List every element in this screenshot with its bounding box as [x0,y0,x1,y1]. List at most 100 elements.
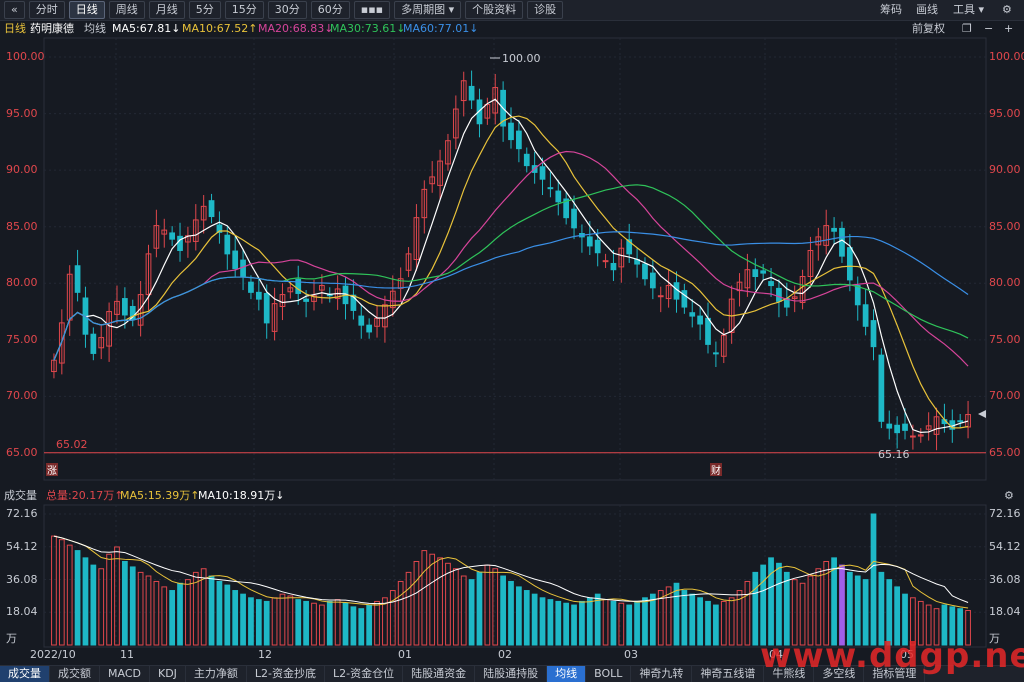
marker-cai: 财 [711,464,721,477]
indicator-tab-1[interactable]: 成交额 [50,666,100,682]
volume-bar [374,600,380,646]
volume-bar [720,600,727,646]
volume-bar [114,546,120,646]
candle-body [689,312,696,317]
volume-bar [413,560,420,646]
high-label: 100.00 [502,52,541,65]
volume-bar [579,600,585,646]
volume-total: 总量:20.17万↑ [46,489,124,502]
gear-icon[interactable]: ⚙ [1004,488,1014,504]
volume-bar [445,562,451,646]
volume-bar [500,575,506,646]
volume-bar [437,557,443,646]
price-axis-label-l: 75.00 [6,332,38,346]
date-axis-label: 02 [498,648,512,661]
volume-bar [319,604,325,646]
volume-bar [66,544,73,646]
volume-bar [594,593,601,646]
indicator-tab-4[interactable]: 主力净额 [186,666,247,682]
price-axis-label-l: 90.00 [6,163,38,177]
volume-axis-label-l: 36.08 [6,572,38,586]
price-axis-label-r: 85.00 [989,219,1021,233]
price-axis-label-l: 95.00 [6,106,38,120]
volume-axis-label-l: 18.04 [6,605,38,619]
candle-body [555,190,562,203]
volume-bar [397,580,404,646]
volume-bar [303,600,309,646]
candle-body [516,130,522,150]
ma10-line [53,115,969,429]
volume-axis-label-l: 72.16 [6,507,38,520]
volume-bar [673,582,680,646]
indicator-tab-0[interactable]: 成交量 [0,666,50,682]
volume-bar [815,568,822,646]
volume-bar [586,597,593,646]
volume-bar [255,599,262,646]
candle-body [571,208,577,229]
volume-bar [208,575,215,646]
volume-bar [807,575,814,646]
candle-body [539,166,546,180]
candle-body [366,324,373,333]
volume-bar [783,571,790,646]
candle-body [610,262,617,271]
candle-body [846,247,853,281]
volume-bar [728,597,735,646]
volume-bar [484,564,491,646]
date-axis-label: 12 [258,648,272,661]
indicator-tab-5[interactable]: L2-资金抄底 [247,666,326,682]
indicator-tab-12[interactable]: 神奇五线谱 [692,666,765,682]
volume-axis-label-l: 万 [6,632,17,645]
volume-bar [366,604,373,646]
volume-bar [555,600,562,646]
volume-axis-label-r: 36.08 [989,572,1021,586]
volume-bar [382,597,388,646]
volume-bar [137,571,144,646]
indicator-tab-6[interactable]: L2-资金仓位 [325,666,404,682]
volume-bar [129,566,136,646]
indicator-tab-10[interactable]: BOLL [586,666,632,682]
indicator-tab-2[interactable]: MACD [100,666,150,682]
price-axis-label-r: 95.00 [989,106,1021,120]
candle-body [508,122,514,141]
volume-bar [744,580,751,646]
volume-bar [516,586,522,646]
volume-bar [760,564,767,646]
volume-bar [531,593,538,646]
indicator-tab-8[interactable]: 陆股通持股 [475,666,548,682]
price-axis-label-r: 65.00 [989,446,1021,459]
ma30-line [53,184,969,361]
ma5-line [53,98,969,434]
volume-bar [153,580,160,646]
volume-bar [342,602,349,646]
ma60-line [53,231,969,361]
volume-bar [523,590,530,646]
candle-body [90,333,97,354]
volume-bar [51,535,57,646]
volume-bar [311,602,317,646]
candle-body [208,200,215,218]
volume-bar [460,575,467,646]
volume-bar [405,571,412,646]
kline-chart[interactable]: 65.02 100.00 65.16 涨 财 [0,0,1024,681]
volume-bar [776,562,782,646]
price-panel-frame [43,37,987,481]
indicator-tab-9[interactable]: 均线 [547,666,587,682]
indicator-tab-7[interactable]: 陆股通资金 [403,666,476,682]
volume-bar [326,600,333,646]
indicator-tab-11[interactable]: 神奇九转 [631,666,693,682]
ma20-line [53,150,969,367]
candle-body [681,290,688,308]
volume-title[interactable]: 成交量 [4,488,37,504]
candle-body [854,285,861,306]
candle-body [894,424,901,434]
volume-bar [547,599,554,646]
indicator-tab-3[interactable]: KDJ [150,666,186,682]
candle-body [870,320,877,348]
volume-bar [216,580,223,646]
candle-body [657,295,664,298]
candle-body [886,423,893,429]
candle-body [839,227,845,257]
candle-body [255,291,262,300]
volume-bar [295,599,302,646]
